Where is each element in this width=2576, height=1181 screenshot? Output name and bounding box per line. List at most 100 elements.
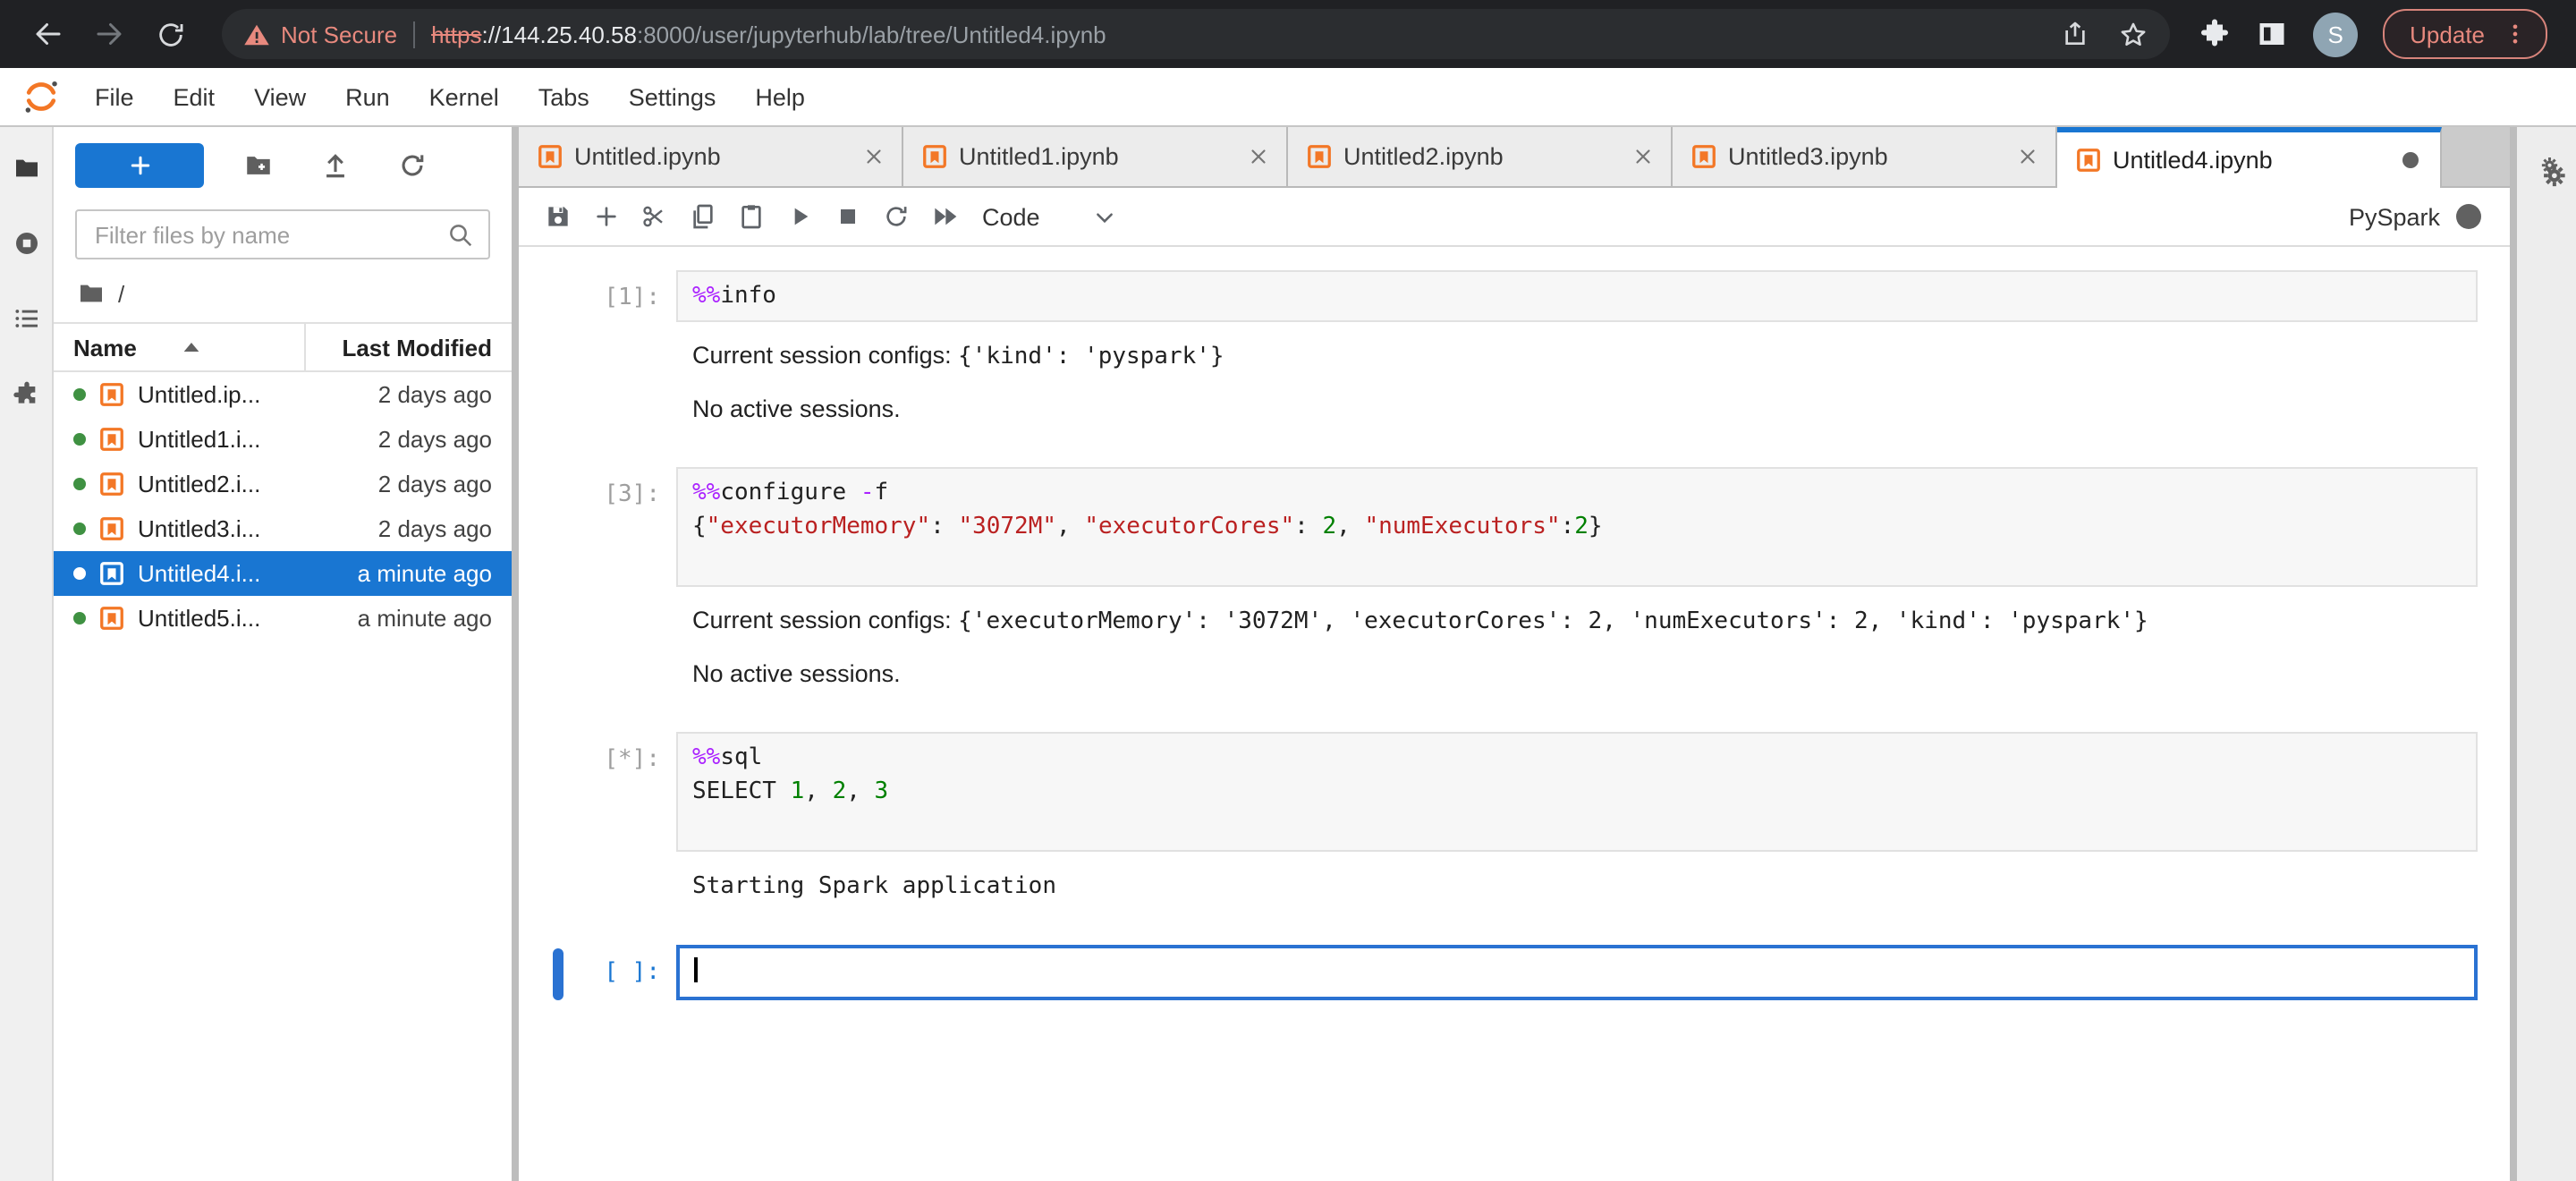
- activity-folder-icon[interactable]: [10, 152, 42, 184]
- bookmark-star-icon[interactable]: [2118, 19, 2148, 49]
- paste-button[interactable]: [726, 193, 775, 240]
- notebook-icon: [98, 471, 125, 497]
- cell-body: %%sql SELECT 1, 2, 3 Starting Spark appli…: [676, 732, 2478, 930]
- cell-body: %%configure -f {"executorMemory": "3072M"…: [676, 467, 2478, 718]
- file-row-untitled2-i[interactable]: Untitled2.i... 2 days ago: [54, 462, 512, 506]
- notebook-icon: [98, 515, 125, 542]
- notebook-cell-1[interactable]: [3]: %%configure -f {"executorMemory": "30…: [519, 460, 2510, 725]
- right-resize-handle[interactable]: [2510, 127, 2517, 1181]
- restart-button[interactable]: [871, 193, 919, 240]
- menu-file[interactable]: File: [75, 69, 154, 124]
- tab-close-icon[interactable]: [1628, 142, 1657, 171]
- file-name: Untitled.ip...: [138, 381, 261, 408]
- code-line: %%sql: [692, 744, 763, 771]
- notebook-toolbar: Code PySpark: [519, 188, 2510, 247]
- reload-icon[interactable]: [143, 7, 197, 61]
- refresh-icon[interactable]: [397, 150, 428, 181]
- run-button[interactable]: [775, 193, 823, 240]
- code-line: {"executorMemory": "3072M", "executorCor…: [692, 514, 1603, 540]
- tab-untitled-ipynb[interactable]: Untitled.ipynb: [519, 127, 903, 186]
- unsaved-changes-dot-icon: [2402, 152, 2419, 168]
- menu-run[interactable]: Run: [326, 69, 410, 124]
- menu-help[interactable]: Help: [735, 69, 825, 124]
- stop-button[interactable]: [823, 193, 871, 240]
- file-row-untitled-ip[interactable]: Untitled.ip... 2 days ago: [54, 372, 512, 417]
- home-folder-icon[interactable]: [77, 279, 106, 308]
- notebook-icon: [1306, 143, 1333, 170]
- notebook-icon: [98, 381, 125, 408]
- kernel-running-dot-icon: [73, 433, 86, 446]
- cell-input-editor[interactable]: [676, 945, 2478, 1000]
- tab-title: Untitled4.ipynb: [2113, 147, 2273, 174]
- file-modified: a minute ago: [357, 605, 492, 632]
- kernel-running-dot-icon: [73, 388, 86, 401]
- jupyter-logo-icon: [14, 73, 68, 120]
- tab-close-icon[interactable]: [1243, 142, 1272, 171]
- dock-panel: Untitled.ipynb Untitled1.ipynb Untitled2.i…: [519, 127, 2510, 1181]
- notebook-icon: [98, 426, 125, 453]
- output-line: Starting Spark application: [692, 873, 1056, 900]
- forward-icon[interactable]: [82, 7, 136, 61]
- file-name: Untitled1.i...: [138, 426, 261, 453]
- notebook-cell-3[interactable]: [ ]:: [519, 938, 2510, 1007]
- profile-avatar[interactable]: S: [2313, 12, 2359, 56]
- save-button[interactable]: [533, 193, 581, 240]
- column-header-name[interactable]: Name: [54, 324, 306, 370]
- new-launcher-button[interactable]: [75, 143, 204, 188]
- menu-view[interactable]: View: [234, 69, 326, 124]
- file-row-untitled4-i[interactable]: Untitled4.i... a minute ago: [54, 551, 512, 596]
- tab-untitled1-ipynb[interactable]: Untitled1.ipynb: [903, 127, 1288, 186]
- menu-tabs[interactable]: Tabs: [519, 69, 609, 124]
- column-header-modified[interactable]: Last Modified: [306, 334, 512, 361]
- file-row-untitled3-i[interactable]: Untitled3.i... 2 days ago: [54, 506, 512, 551]
- url-text: https://144.25.40.58:8000/user/jupyterhu…: [431, 21, 1106, 47]
- sidebar-resize-handle[interactable]: [512, 127, 519, 1181]
- file-row-untitled5-i[interactable]: Untitled5.i... a minute ago: [54, 596, 512, 641]
- tab-untitled2-ipynb[interactable]: Untitled2.ipynb: [1288, 127, 1673, 186]
- activity-bar: [0, 127, 54, 1181]
- new-folder-icon[interactable]: [243, 150, 274, 181]
- tab-close-icon[interactable]: [2012, 142, 2041, 171]
- menu-edit[interactable]: Edit: [154, 69, 235, 124]
- code-line: %%info: [692, 283, 776, 310]
- back-icon[interactable]: [21, 7, 75, 61]
- tab-title: Untitled1.ipynb: [959, 143, 1119, 170]
- breadcrumb[interactable]: /: [54, 263, 512, 322]
- cell-input-editor[interactable]: %%configure -f {"executorMemory": "3072M"…: [676, 467, 2478, 587]
- share-icon[interactable]: [2061, 20, 2089, 48]
- activity-running-icon[interactable]: [10, 227, 42, 259]
- cell-prompt: [1]:: [604, 285, 660, 311]
- cell-input-editor[interactable]: %%info: [676, 270, 2478, 322]
- side-panel-icon[interactable]: [2256, 18, 2288, 50]
- tab-untitled4-ipynb[interactable]: Untitled4.ipynb: [2057, 127, 2442, 188]
- upload-icon[interactable]: [320, 150, 351, 181]
- address-bar[interactable]: Not Secure https://144.25.40.58:8000/use…: [222, 9, 2171, 59]
- tab-close-icon[interactable]: [859, 142, 887, 171]
- menu-kernel[interactable]: Kernel: [410, 69, 519, 124]
- property-inspector-gears-icon[interactable]: [2527, 150, 2566, 190]
- file-row-untitled1-i[interactable]: Untitled1.i... 2 days ago: [54, 417, 512, 462]
- add-button[interactable]: [581, 193, 630, 240]
- update-button[interactable]: Update: [2383, 9, 2547, 59]
- copy-button[interactable]: [678, 193, 726, 240]
- kernel-indicator[interactable]: PySpark: [2349, 203, 2496, 230]
- cell-input-editor[interactable]: %%sql SELECT 1, 2, 3: [676, 732, 2478, 852]
- notebook-cell-2[interactable]: [*]: %%sql SELECT 1, 2, 3 Starting Spark a…: [519, 725, 2510, 938]
- browser-chrome: Not Secure https://144.25.40.58:8000/use…: [0, 0, 2576, 68]
- tab-title: Untitled.ipynb: [574, 143, 721, 170]
- extensions-icon[interactable]: [2199, 18, 2231, 50]
- cell-collapser[interactable]: [553, 948, 564, 1000]
- cell-type-select[interactable]: Code: [982, 203, 1117, 230]
- file-browser-panel: / Name Last Modified Untitled.ip... 2 day…: [54, 127, 512, 1181]
- cell-outputs: Starting Spark application: [676, 852, 2478, 930]
- notebook-cell-0[interactable]: [1]: %%info Current session configs: {'kin…: [519, 263, 2510, 460]
- filter-files-input[interactable]: [91, 219, 447, 250]
- browser-menu-icon[interactable]: [2503, 21, 2528, 47]
- activity-toc-icon[interactable]: [10, 302, 42, 335]
- cell-body: [676, 945, 2478, 1000]
- tab-untitled3-ipynb[interactable]: Untitled3.ipynb: [1673, 127, 2057, 186]
- cut-button[interactable]: [630, 193, 678, 240]
- menu-settings[interactable]: Settings: [609, 69, 736, 124]
- activity-extensions-icon[interactable]: [10, 378, 42, 410]
- run-all-button[interactable]: [919, 193, 968, 240]
